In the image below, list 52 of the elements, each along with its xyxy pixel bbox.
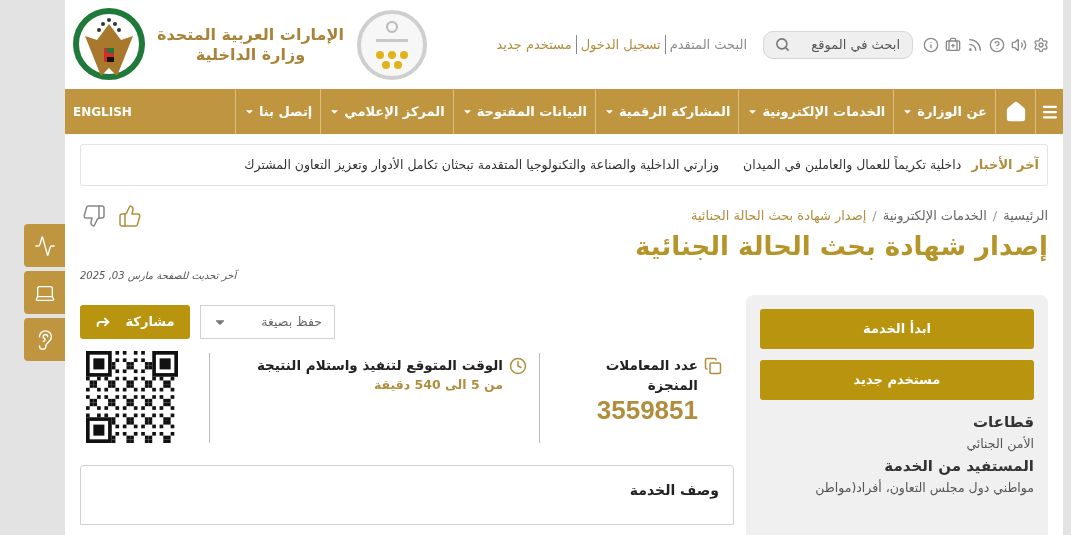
stat-label: الوقت المتوقع لتنفيذ واستلام النتيجة bbox=[256, 356, 503, 375]
stat-value: من 5 الى 540 دقيقة bbox=[372, 376, 503, 394]
briefcase-icon[interactable] bbox=[945, 36, 961, 53]
breadcrumb-link[interactable]: الرئيسية bbox=[1003, 206, 1048, 226]
nav-item[interactable]: الخدمات الإلكترونية bbox=[738, 89, 894, 134]
share-button[interactable]: مشاركة bbox=[80, 305, 190, 339]
home-icon bbox=[1004, 100, 1027, 123]
info-icon[interactable] bbox=[923, 36, 939, 53]
thumbs-up-icon[interactable] bbox=[118, 204, 142, 228]
stat-value: 3559851 bbox=[595, 395, 698, 425]
page-title: إصدار شهادة بحث الحالة الجنائية bbox=[634, 230, 1048, 264]
header-link[interactable]: مستخدم جديد bbox=[492, 34, 577, 55]
help-icon[interactable] bbox=[989, 36, 1005, 53]
wave-button[interactable] bbox=[24, 224, 65, 267]
stat-label: عدد المعاملات المنجزة bbox=[604, 356, 698, 395]
breadcrumb-link[interactable]: الخدمات الإلكترونية bbox=[882, 206, 987, 226]
logo-text: الإمارات العربية المتحدة bbox=[157, 24, 344, 45]
thumbs-down-icon[interactable] bbox=[82, 204, 106, 228]
clock-icon bbox=[509, 357, 527, 375]
settings-icon[interactable] bbox=[1033, 36, 1049, 53]
nav-item[interactable]: إتصل بنا bbox=[234, 89, 321, 134]
laptop-button[interactable] bbox=[24, 271, 65, 314]
header-link[interactable]: تسجيل الدخول bbox=[576, 34, 666, 55]
news-label: آخر الأخبار bbox=[971, 155, 1039, 175]
search-icon bbox=[775, 36, 790, 52]
breadcrumb-link[interactable]: إصدار شهادة بحث الحالة الجنائية bbox=[690, 206, 867, 226]
ear-button[interactable] bbox=[24, 318, 65, 361]
header-link[interactable]: البحث المتقدم bbox=[665, 34, 751, 55]
nav-item[interactable]: عن الوزارة bbox=[893, 89, 995, 134]
card-title: وصف الخدمة bbox=[629, 482, 719, 498]
section-text: مواطني دول مجلس التعاون، أفراد(مواطن bbox=[814, 478, 1034, 498]
wave-icon bbox=[33, 234, 56, 257]
breadcrumb-separator: / bbox=[992, 207, 998, 225]
news-item[interactable]: وزارتي الداخلية والصناعة والتكنولوجيا المتقدمة تبحثان تكامل الأدوار وتعزيز التعاون المشترك bbox=[244, 155, 720, 175]
copy-icon bbox=[704, 357, 722, 375]
breadcrumb-separator: / bbox=[872, 207, 877, 225]
speaker-icon[interactable] bbox=[1011, 36, 1027, 53]
nav-item[interactable]: المركز الإعلامي bbox=[320, 89, 453, 134]
section-heading: قطاعات bbox=[971, 412, 1034, 433]
language-link[interactable]: ENGLISH bbox=[65, 89, 140, 134]
section-heading: المستفيد من الخدمة bbox=[883, 456, 1034, 477]
rss-icon[interactable] bbox=[967, 36, 983, 53]
section-text: الأمن الجنائي bbox=[965, 435, 1034, 454]
news-item[interactable]: داخلية تكريماً للعمال والعاملين في الميدان bbox=[743, 155, 962, 175]
save-format-dropdown[interactable]: حفظ بصيغة bbox=[200, 305, 335, 339]
logo-text: وزارة الداخلية bbox=[195, 44, 306, 65]
service-button[interactable]: ابدأ الخدمة bbox=[760, 309, 1034, 349]
nav-item[interactable]: البيانات المفتوحة bbox=[452, 89, 595, 134]
update-date: آخر تحديث للصفحة مارس 03, 2025 bbox=[80, 268, 237, 283]
service-button[interactable]: مستخدم جديد bbox=[760, 360, 1034, 400]
search-field[interactable]: ابحث في الموقع bbox=[763, 30, 913, 59]
nav-item[interactable]: المشاركة الرقمية bbox=[594, 89, 739, 134]
